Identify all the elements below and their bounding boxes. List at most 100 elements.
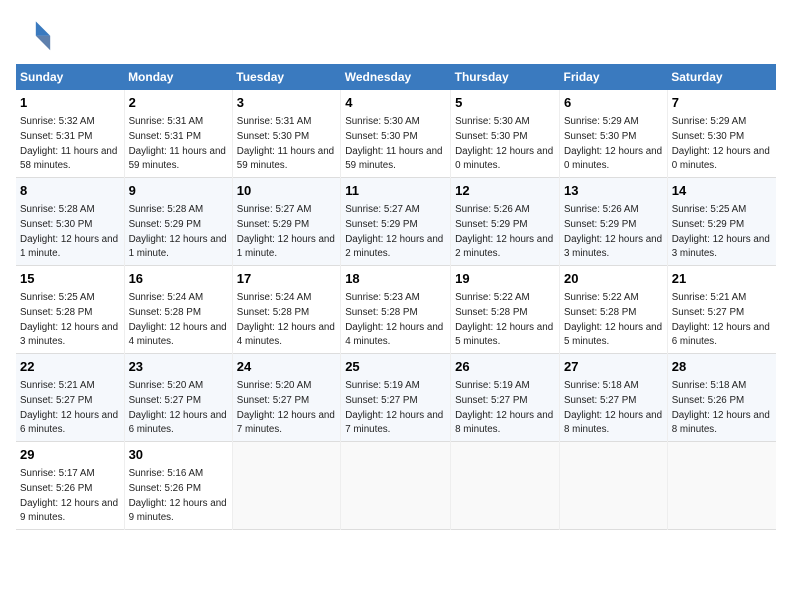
cell-info: Sunrise: 5:24 AMSunset: 5:28 PMDaylight:… bbox=[237, 292, 335, 347]
cell-info: Sunrise: 5:25 AMSunset: 5:29 PMDaylight:… bbox=[672, 204, 770, 259]
day-number: 28 bbox=[672, 358, 772, 376]
cell-info: Sunrise: 5:31 AMSunset: 5:30 PMDaylight:… bbox=[237, 116, 334, 171]
cell-info: Sunrise: 5:28 AMSunset: 5:29 PMDaylight:… bbox=[129, 204, 227, 259]
cell-info: Sunrise: 5:29 AMSunset: 5:30 PMDaylight:… bbox=[672, 116, 770, 171]
day-number: 4 bbox=[345, 94, 446, 112]
day-number: 17 bbox=[237, 270, 336, 288]
day-number: 9 bbox=[129, 182, 228, 200]
day-number: 30 bbox=[129, 446, 228, 464]
cell-info: Sunrise: 5:21 AMSunset: 5:27 PMDaylight:… bbox=[672, 292, 770, 347]
logo bbox=[16, 16, 56, 52]
col-header-thursday: Thursday bbox=[451, 64, 560, 90]
logo-icon bbox=[16, 16, 52, 52]
day-number: 22 bbox=[20, 358, 120, 376]
calendar-cell: 26 Sunrise: 5:19 AMSunset: 5:27 PMDayligh… bbox=[451, 354, 560, 442]
cell-info: Sunrise: 5:32 AMSunset: 5:31 PMDaylight:… bbox=[20, 116, 117, 171]
calendar-cell: 15 Sunrise: 5:25 AMSunset: 5:28 PMDayligh… bbox=[16, 266, 124, 354]
col-header-saturday: Saturday bbox=[667, 64, 776, 90]
cell-info: Sunrise: 5:22 AMSunset: 5:28 PMDaylight:… bbox=[455, 292, 553, 347]
cell-info: Sunrise: 5:30 AMSunset: 5:30 PMDaylight:… bbox=[455, 116, 553, 171]
day-number: 14 bbox=[672, 182, 772, 200]
cell-info: Sunrise: 5:20 AMSunset: 5:27 PMDaylight:… bbox=[129, 380, 227, 435]
day-number: 29 bbox=[20, 446, 120, 464]
col-header-wednesday: Wednesday bbox=[341, 64, 451, 90]
calendar-cell: 12Sunrise: 5:26 AMSunset: 5:29 PMDayligh… bbox=[451, 178, 560, 266]
calendar-cell: 10 Sunrise: 5:27 AMSunset: 5:29 PMDayligh… bbox=[232, 178, 340, 266]
calendar-cell: 7 Sunrise: 5:29 AMSunset: 5:30 PMDaylight… bbox=[667, 90, 776, 178]
cell-info: Sunrise: 5:27 AMSunset: 5:29 PMDaylight:… bbox=[345, 204, 443, 259]
cell-info: Sunrise: 5:29 AMSunset: 5:30 PMDaylight:… bbox=[564, 116, 662, 171]
cell-info: Sunrise: 5:31 AMSunset: 5:31 PMDaylight:… bbox=[129, 116, 226, 171]
calendar-week-2: 8 Sunrise: 5:28 AMSunset: 5:30 PMDaylight… bbox=[16, 178, 776, 266]
cell-info: Sunrise: 5:28 AMSunset: 5:30 PMDaylight:… bbox=[20, 204, 118, 259]
cell-info: Sunrise: 5:25 AMSunset: 5:28 PMDaylight:… bbox=[20, 292, 118, 347]
day-number: 7 bbox=[672, 94, 772, 112]
cell-info: Sunrise: 5:23 AMSunset: 5:28 PMDaylight:… bbox=[345, 292, 443, 347]
calendar-week-3: 15 Sunrise: 5:25 AMSunset: 5:28 PMDayligh… bbox=[16, 266, 776, 354]
cell-info: Sunrise: 5:26 AMSunset: 5:29 PMDaylight:… bbox=[455, 204, 553, 259]
calendar-cell: 2Sunrise: 5:31 AMSunset: 5:31 PMDaylight… bbox=[124, 90, 232, 178]
day-number: 19 bbox=[455, 270, 555, 288]
calendar-header: SundayMondayTuesdayWednesdayThursdayFrid… bbox=[16, 64, 776, 90]
day-number: 3 bbox=[237, 94, 336, 112]
col-header-tuesday: Tuesday bbox=[232, 64, 340, 90]
day-number: 6 bbox=[564, 94, 663, 112]
cell-info: Sunrise: 5:26 AMSunset: 5:29 PMDaylight:… bbox=[564, 204, 662, 259]
cell-info: Sunrise: 5:18 AMSunset: 5:27 PMDaylight:… bbox=[564, 380, 662, 435]
cell-info: Sunrise: 5:16 AMSunset: 5:26 PMDaylight:… bbox=[129, 468, 227, 523]
calendar-cell: 5 Sunrise: 5:30 AMSunset: 5:30 PMDaylight… bbox=[451, 90, 560, 178]
cell-info: Sunrise: 5:19 AMSunset: 5:27 PMDaylight:… bbox=[345, 380, 443, 435]
calendar-cell: 24 Sunrise: 5:20 AMSunset: 5:27 PMDayligh… bbox=[232, 354, 340, 442]
calendar-cell: 11 Sunrise: 5:27 AMSunset: 5:29 PMDayligh… bbox=[341, 178, 451, 266]
day-number: 18 bbox=[345, 270, 446, 288]
day-number: 10 bbox=[237, 182, 336, 200]
calendar-cell: 3 Sunrise: 5:31 AMSunset: 5:30 PMDaylight… bbox=[232, 90, 340, 178]
calendar-table: SundayMondayTuesdayWednesdayThursdayFrid… bbox=[16, 64, 776, 530]
calendar-week-5: 29Sunrise: 5:17 AMSunset: 5:26 PMDayligh… bbox=[16, 442, 776, 530]
calendar-week-1: 1 Sunrise: 5:32 AMSunset: 5:31 PMDaylight… bbox=[16, 90, 776, 178]
cell-info: Sunrise: 5:30 AMSunset: 5:30 PMDaylight:… bbox=[345, 116, 442, 171]
calendar-cell bbox=[341, 442, 451, 530]
day-number: 15 bbox=[20, 270, 120, 288]
day-number: 5 bbox=[455, 94, 555, 112]
calendar-cell: 8 Sunrise: 5:28 AMSunset: 5:30 PMDaylight… bbox=[16, 178, 124, 266]
calendar-cell: 16Sunrise: 5:24 AMSunset: 5:28 PMDayligh… bbox=[124, 266, 232, 354]
day-number: 20 bbox=[564, 270, 663, 288]
day-number: 24 bbox=[237, 358, 336, 376]
calendar-cell: 29Sunrise: 5:17 AMSunset: 5:26 PMDayligh… bbox=[16, 442, 124, 530]
cell-info: Sunrise: 5:22 AMSunset: 5:28 PMDaylight:… bbox=[564, 292, 662, 347]
calendar-cell: 23Sunrise: 5:20 AMSunset: 5:27 PMDayligh… bbox=[124, 354, 232, 442]
calendar-cell: 20 Sunrise: 5:22 AMSunset: 5:28 PMDayligh… bbox=[560, 266, 668, 354]
calendar-cell bbox=[232, 442, 340, 530]
calendar-cell: 28 Sunrise: 5:18 AMSunset: 5:26 PMDayligh… bbox=[667, 354, 776, 442]
calendar-cell: 17 Sunrise: 5:24 AMSunset: 5:28 PMDayligh… bbox=[232, 266, 340, 354]
cell-info: Sunrise: 5:18 AMSunset: 5:26 PMDaylight:… bbox=[672, 380, 770, 435]
day-number: 13 bbox=[564, 182, 663, 200]
calendar-cell: 21 Sunrise: 5:21 AMSunset: 5:27 PMDayligh… bbox=[667, 266, 776, 354]
calendar-cell: 4 Sunrise: 5:30 AMSunset: 5:30 PMDaylight… bbox=[341, 90, 451, 178]
day-number: 1 bbox=[20, 94, 120, 112]
calendar-cell: 1 Sunrise: 5:32 AMSunset: 5:31 PMDaylight… bbox=[16, 90, 124, 178]
day-number: 16 bbox=[129, 270, 228, 288]
col-header-monday: Monday bbox=[124, 64, 232, 90]
day-number: 21 bbox=[672, 270, 772, 288]
calendar-cell bbox=[560, 442, 668, 530]
cell-info: Sunrise: 5:20 AMSunset: 5:27 PMDaylight:… bbox=[237, 380, 335, 435]
col-header-friday: Friday bbox=[560, 64, 668, 90]
day-number: 26 bbox=[455, 358, 555, 376]
calendar-cell: 9 Sunrise: 5:28 AMSunset: 5:29 PMDaylight… bbox=[124, 178, 232, 266]
calendar-cell: 14 Sunrise: 5:25 AMSunset: 5:29 PMDayligh… bbox=[667, 178, 776, 266]
day-number: 8 bbox=[20, 182, 120, 200]
col-header-sunday: Sunday bbox=[16, 64, 124, 90]
calendar-week-4: 22 Sunrise: 5:21 AMSunset: 5:27 PMDayligh… bbox=[16, 354, 776, 442]
calendar-cell: 30 Sunrise: 5:16 AMSunset: 5:26 PMDayligh… bbox=[124, 442, 232, 530]
day-number: 27 bbox=[564, 358, 663, 376]
cell-info: Sunrise: 5:21 AMSunset: 5:27 PMDaylight:… bbox=[20, 380, 118, 435]
calendar-cell: 27 Sunrise: 5:18 AMSunset: 5:27 PMDayligh… bbox=[560, 354, 668, 442]
calendar-cell: 25Sunrise: 5:19 AMSunset: 5:27 PMDayligh… bbox=[341, 354, 451, 442]
day-number: 11 bbox=[345, 182, 446, 200]
cell-info: Sunrise: 5:27 AMSunset: 5:29 PMDaylight:… bbox=[237, 204, 335, 259]
calendar-cell: 6 Sunrise: 5:29 AMSunset: 5:30 PMDaylight… bbox=[560, 90, 668, 178]
cell-info: Sunrise: 5:19 AMSunset: 5:27 PMDaylight:… bbox=[455, 380, 553, 435]
calendar-cell bbox=[451, 442, 560, 530]
